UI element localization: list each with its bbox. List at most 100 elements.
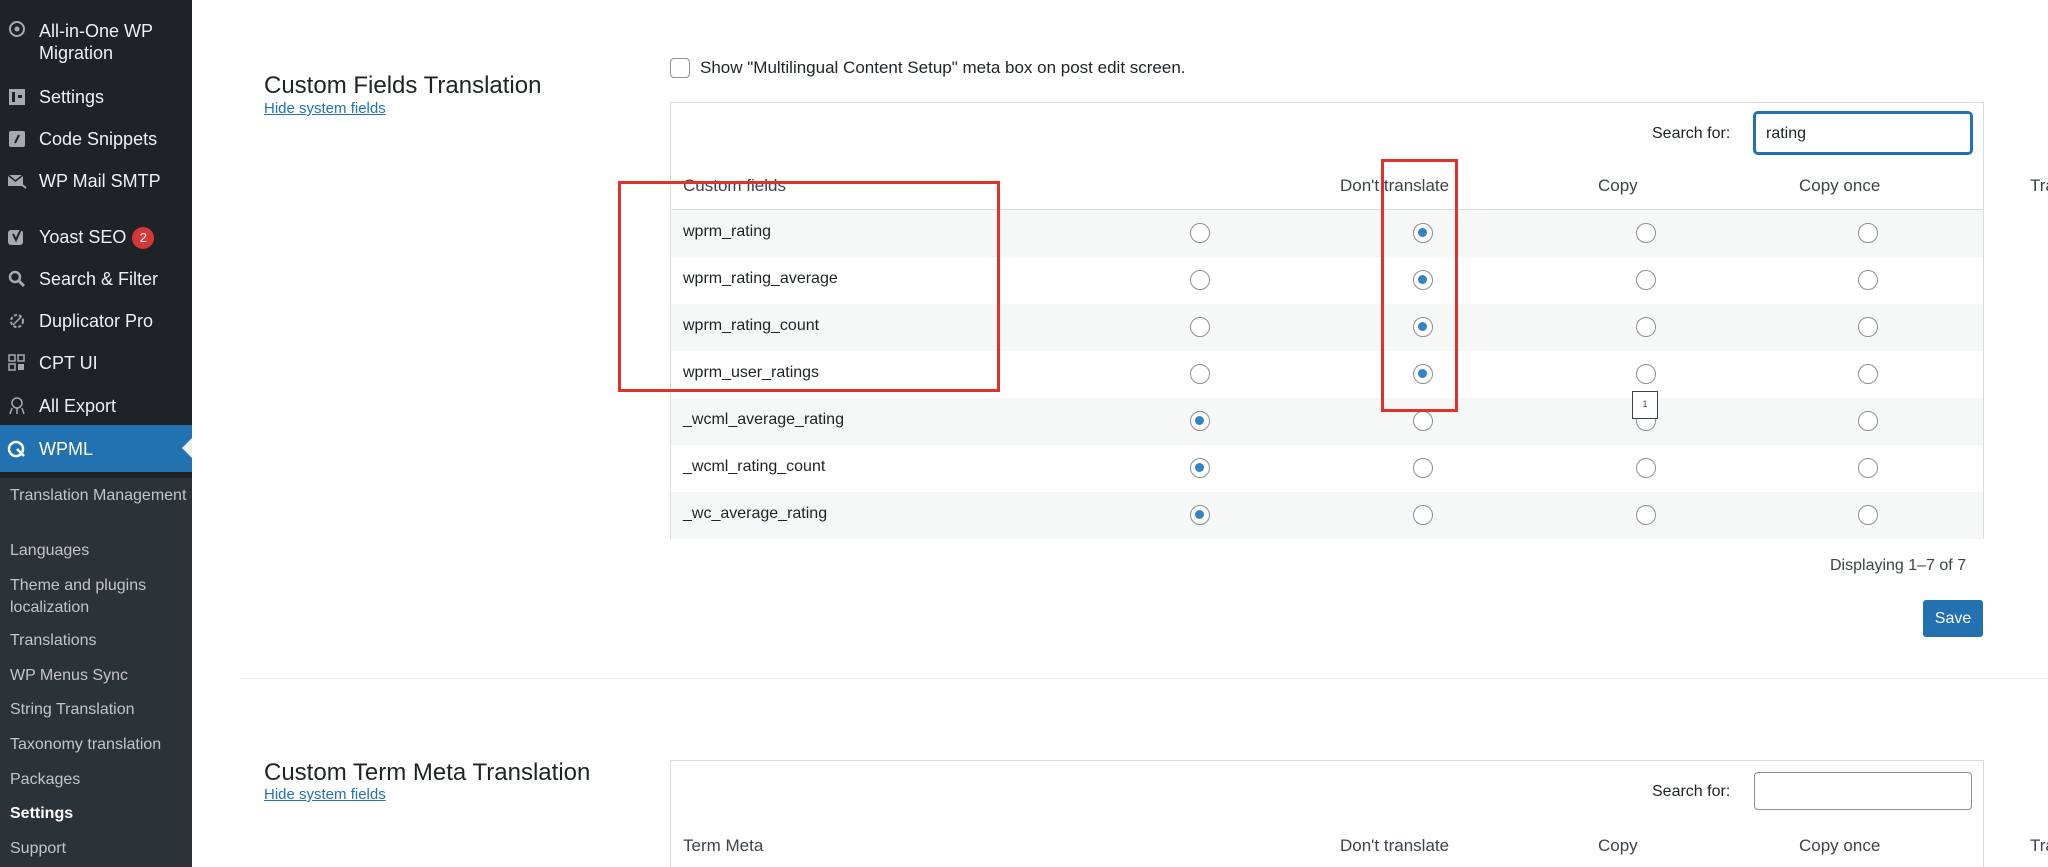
- active-indicator: [182, 438, 192, 458]
- search-label: Search for:: [1652, 125, 1731, 142]
- column-header-copy: Copy: [1598, 836, 1638, 855]
- sidebar-item-wp-mail-smtp[interactable]: WP Mail SMTP: [0, 168, 192, 194]
- radio-copy-once[interactable]: [1636, 458, 1656, 478]
- main-content: Custom Fields Translation Hide system fi…: [192, 0, 2048, 867]
- custom-fields-search-input[interactable]: rating: [1754, 112, 1972, 154]
- radio-translate[interactable]: [1858, 505, 1878, 525]
- sidebar-item-all-export[interactable]: All Export: [0, 393, 192, 419]
- highlight-box-field-names: [618, 181, 1000, 392]
- submenu-wp-menus-sync[interactable]: WP Menus Sync: [10, 665, 190, 687]
- sidebar-item-label: CPT UI: [39, 353, 98, 373]
- radio-copy-once[interactable]: [1636, 317, 1656, 337]
- sidebar-item-duplicator-pro[interactable]: Duplicator Pro: [0, 308, 192, 334]
- sidebar-item-code-snippets[interactable]: Code Snippets: [0, 126, 192, 152]
- radio-translate[interactable]: [1858, 223, 1878, 243]
- field-name: _wc_average_rating: [683, 505, 828, 522]
- radio-don-t-translate[interactable]: [1190, 223, 1210, 243]
- column-header-term-meta: Term Meta: [683, 836, 764, 855]
- radio-copy[interactable]: [1413, 458, 1433, 478]
- radio-copy-once[interactable]: [1636, 364, 1656, 384]
- sidebar-item-label: All Export: [39, 396, 117, 416]
- submenu-support[interactable]: Support: [10, 838, 190, 860]
- sidebar-item-label: Yoast SEO: [39, 227, 127, 247]
- submenu-taxonomy-translation[interactable]: Taxonomy translation: [10, 734, 190, 756]
- meta-box-option[interactable]: Show "Multilingual Content Setup" meta b…: [670, 58, 1186, 78]
- save-button[interactable]: Save: [1923, 600, 1983, 637]
- sidebar-item-label: Duplicator Pro: [39, 311, 154, 331]
- radio-don-t-translate[interactable]: [1190, 411, 1210, 431]
- column-header-copy: Copy: [1598, 176, 1638, 195]
- mail-icon: [6, 170, 28, 192]
- radio-translate[interactable]: [1858, 364, 1878, 384]
- radio-copy-once[interactable]: [1636, 223, 1656, 243]
- sidebar-item-label: Settings: [39, 87, 105, 107]
- sidebar-item-search-filter[interactable]: Search & Filter: [0, 266, 192, 292]
- yoast-icon: [6, 226, 28, 248]
- search-icon: [6, 268, 28, 290]
- submenu-translation-management[interactable]: Translation Management: [10, 485, 190, 507]
- gear-icon: [6, 310, 28, 332]
- grid-icon: [6, 352, 28, 374]
- radio-translate[interactable]: [1858, 411, 1878, 431]
- radio-copy[interactable]: [1413, 411, 1433, 431]
- submenu-packages[interactable]: Packages: [10, 769, 190, 791]
- highlight-box-copy-column: [1381, 159, 1458, 412]
- radio-translate[interactable]: [1858, 270, 1878, 290]
- column-header-copy-once: Copy once: [1799, 176, 1881, 195]
- table-row: _wcml_rating_count: [671, 445, 1983, 492]
- code-icon: [6, 128, 28, 150]
- sidebar-item-label: WP Mail SMTP: [39, 171, 161, 191]
- term-meta-panel: Search for: Term Meta Don't translate Co…: [670, 760, 2048, 867]
- hide-system-fields-link[interactable]: Hide system fields: [264, 100, 386, 117]
- wpml-icon: [6, 438, 28, 460]
- submenu-translations[interactable]: Translations: [10, 630, 190, 652]
- notification-badge: 2: [132, 227, 155, 250]
- term-meta-hide-system-fields-link[interactable]: Hide system fields: [264, 786, 386, 803]
- sidebar-item-settings[interactable]: Settings: [0, 84, 192, 110]
- column-header-translate: Translate: [2030, 836, 2048, 855]
- radio-don-t-translate[interactable]: [1190, 364, 1210, 384]
- migration-icon: [6, 18, 28, 40]
- section-divider: [240, 678, 2048, 679]
- sidebar-item-label: Search & Filter: [39, 269, 159, 289]
- radio-don-t-translate[interactable]: [1190, 270, 1210, 290]
- settings-icon: [6, 86, 28, 108]
- sidebar-item-label: Code Snippets: [39, 129, 158, 149]
- sidebar-item-all-in-one-wp-migration[interactable]: All-in-One WP Migration: [0, 18, 192, 66]
- term-meta-title: Custom Term Meta Translation: [264, 759, 591, 786]
- radio-don-t-translate[interactable]: [1190, 458, 1210, 478]
- radio-copy-once[interactable]: [1636, 270, 1656, 290]
- term-meta-search-input[interactable]: [1754, 772, 1972, 810]
- wpml-submenu: Translation Management Languages Theme a…: [0, 478, 192, 867]
- table-row: _wc_average_rating: [671, 492, 1983, 539]
- radio-copy[interactable]: [1413, 505, 1433, 525]
- meta-box-checkbox[interactable]: [670, 58, 690, 78]
- admin-sidebar: All-in-One WP Migration Settings Code Sn…: [0, 0, 192, 867]
- column-header-dont-translate: Don't translate: [1340, 836, 1450, 855]
- field-name: _wcml_average_rating: [683, 411, 844, 428]
- custom-fields-title: Custom Fields Translation: [264, 72, 542, 99]
- term-meta-search-label: Search for:: [1652, 783, 1731, 800]
- export-icon: [6, 395, 28, 417]
- sidebar-item-cpt-ui[interactable]: CPT UI: [0, 350, 192, 376]
- cursor-tooltip-icon: 1: [1632, 391, 1658, 419]
- radio-translate[interactable]: [1858, 458, 1878, 478]
- sidebar-item-label: WPML: [39, 439, 93, 459]
- column-header-translate: Translate: [2030, 176, 2048, 195]
- table-row: _wcml_average_rating: [671, 398, 1983, 445]
- sidebar-item-yoast-seo[interactable]: Yoast SEO 2: [0, 224, 192, 250]
- submenu-string-translation[interactable]: String Translation: [10, 699, 190, 721]
- sidebar-item-wpml[interactable]: WPML: [0, 425, 192, 472]
- radio-don-t-translate[interactable]: [1190, 505, 1210, 525]
- field-name: _wcml_rating_count: [683, 458, 826, 475]
- radio-translate[interactable]: [1858, 317, 1878, 337]
- pagination-count: Displaying 1–7 of 7: [1830, 557, 1967, 574]
- radio-don-t-translate[interactable]: [1190, 317, 1210, 337]
- submenu-theme-plugins-localization[interactable]: Theme and plugins localization: [10, 575, 190, 619]
- column-header-copy-once: Copy once: [1799, 836, 1881, 855]
- submenu-languages[interactable]: Languages: [10, 540, 190, 562]
- sidebar-item-label: All-in-One WP Migration: [39, 21, 153, 63]
- meta-box-label: Show "Multilingual Content Setup" meta b…: [700, 58, 1186, 77]
- radio-copy-once[interactable]: [1636, 505, 1656, 525]
- submenu-settings[interactable]: Settings: [10, 803, 190, 825]
